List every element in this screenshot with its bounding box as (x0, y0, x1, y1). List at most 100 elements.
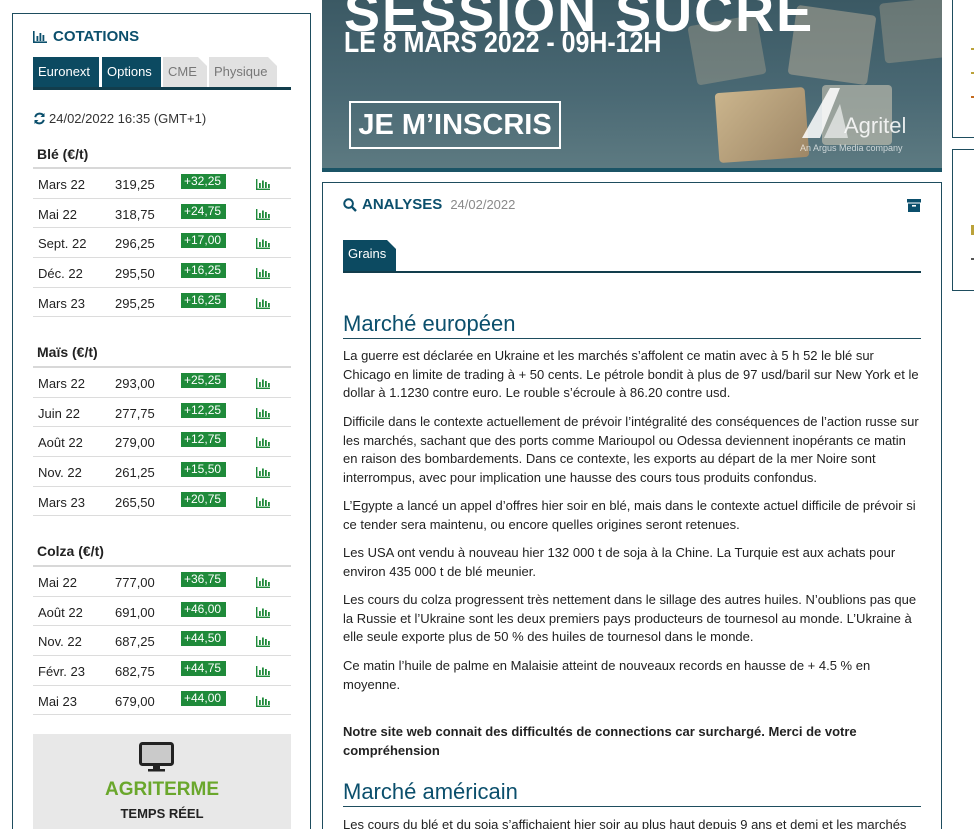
table-row[interactable]: Déc. 22 295,50 +16,25 (33, 258, 291, 288)
tab-grains[interactable]: Grains (343, 240, 396, 271)
contract-month: Mars 22 (38, 376, 85, 391)
table-row[interactable]: Mai 22 318,75 +24,75 (33, 199, 291, 229)
cotations-panel: COTATIONS Euronext Options CME Physique … (12, 13, 311, 829)
contract-month: Nov. 22 (38, 465, 82, 481)
contract-month: Mai 23 (38, 693, 78, 709)
table-row[interactable]: Mars 23 295,25 +16,25 (33, 288, 291, 318)
bar-chart-icon (33, 30, 47, 43)
chart-icon[interactable] (256, 665, 270, 680)
agriterme-box[interactable]: AGRITERME TEMPS RÉEL (33, 734, 291, 829)
chart-icon[interactable] (256, 436, 270, 451)
site-notice: Notre site web connait des difficultés d… (343, 724, 857, 758)
table-row[interactable]: Mars 22 293,00 +25,25 (33, 368, 291, 398)
analyses-tabs: Grains (343, 240, 921, 273)
update-timestamp: 24/02/2022 16:35 (GMT+1) (33, 111, 206, 126)
article-paragraph: Les cours du colza progressent très nett… (343, 592, 917, 645)
chart-icon[interactable] (256, 576, 270, 591)
group-title-colza: Colza (€/t) (37, 543, 104, 559)
quote-table-ble: Mars 22 319,25 +32,25 Mai 22 318,75 +24,75 S… (33, 167, 291, 318)
price: 682,75 (115, 664, 155, 680)
price: 279,00 (115, 435, 155, 451)
tab-options[interactable]: Options (102, 57, 161, 87)
search-icon (343, 197, 357, 212)
right-side-panel (952, 0, 974, 138)
chart-icon[interactable] (256, 208, 270, 223)
contract-month: Août 22 (38, 435, 83, 451)
change-badge: +46,00 (181, 601, 227, 617)
chart-icon[interactable] (256, 237, 270, 252)
register-button[interactable]: JE M’INSCRIS (349, 101, 561, 149)
article-paragraph: La guerre est déclarée en Ukraine et les… (343, 348, 919, 401)
event-banner[interactable]: SESSION SUCRE LE 8 MARS 2022 - 09H-12H J… (322, 0, 942, 172)
analyses-title: ANALYSES (362, 196, 443, 213)
contract-month: Févr. 23 (38, 664, 85, 680)
article-paragraph: Les USA ont vendu à nouveau hier 132 000… (343, 545, 896, 579)
change-badge: +20,75 (181, 491, 227, 507)
table-row[interactable]: Sept. 22 296,25 +17,00 (33, 228, 291, 259)
section-heading: Marché américain (343, 779, 921, 807)
table-row[interactable]: Juin 22 277,75 +12,25 (33, 398, 291, 428)
chart-icon[interactable] (256, 267, 270, 282)
chart-icon[interactable] (256, 407, 270, 422)
refresh-icon[interactable] (33, 112, 46, 125)
chart-icon[interactable] (256, 695, 270, 710)
chart-icon[interactable] (256, 606, 270, 621)
table-row[interactable]: Mai 22 777,00 +36,75 (33, 567, 291, 597)
contract-month: Mars 23 (38, 295, 85, 311)
change-badge: +12,75 (181, 432, 227, 448)
contract-month: Mai 22 (38, 206, 78, 222)
price: 295,50 (115, 266, 155, 282)
change-badge: +44,50 (181, 631, 227, 647)
cotations-title-text: COTATIONS (53, 28, 140, 45)
contract-month: Déc. 22 (38, 266, 83, 282)
table-row[interactable]: Mars 22 319,25 +32,25 (33, 169, 291, 199)
table-row[interactable]: Août 22 691,00 +46,00 (33, 597, 291, 627)
chart-icon[interactable] (256, 466, 270, 481)
chart-icon[interactable] (256, 496, 270, 511)
article-paragraph: Les cours du blé et du soja s’affichaien… (343, 817, 907, 829)
chart-icon[interactable] (256, 635, 270, 650)
change-badge: +44,00 (181, 690, 227, 706)
sugar-cube-shape (879, 0, 942, 64)
change-badge: +24,75 (181, 203, 227, 219)
price: 691,00 (115, 604, 155, 620)
price: 295,25 (115, 295, 155, 311)
agritel-brand: Agritel (844, 113, 907, 138)
price: 318,75 (115, 206, 155, 222)
chart-icon[interactable] (256, 297, 270, 312)
contract-month: Nov. 22 (38, 634, 82, 650)
right-side-panel (952, 149, 974, 291)
change-badge: +36,75 (181, 572, 227, 587)
contract-month: Juin 22 (38, 405, 80, 421)
group-title-mais: Maïs (€/t) (37, 344, 98, 360)
table-row[interactable]: Août 22 279,00 +12,75 (33, 427, 291, 458)
article-paragraph: Difficile dans le contexte actuellement … (343, 414, 919, 485)
tab-euronext[interactable]: Euronext (33, 57, 99, 87)
table-row[interactable]: Mai 23 679,00 +44,00 (33, 686, 291, 716)
price: 319,25 (115, 177, 155, 192)
change-badge: +44,75 (181, 661, 227, 677)
tab-physique[interactable]: Physique (209, 57, 277, 87)
chart-icon[interactable] (256, 178, 270, 193)
table-row[interactable]: Mars 23 265,50 +20,75 (33, 487, 291, 517)
table-row[interactable]: Nov. 22 687,25 +44,50 (33, 626, 291, 657)
change-badge: +12,25 (181, 402, 227, 418)
chart-icon[interactable] (256, 377, 270, 392)
change-badge: +15,50 (181, 462, 227, 478)
archive-icon[interactable] (907, 199, 921, 212)
cotations-tabs: Euronext Options CME Physique (33, 57, 291, 90)
price: 296,25 (115, 236, 155, 252)
table-row[interactable]: Févr. 23 682,75 +44,75 (33, 656, 291, 686)
article-paragraph: Ce matin l’huile de palme en Malaisie at… (343, 658, 871, 692)
analyses-header: ANALYSES 24/02/2022 (343, 196, 515, 213)
section-heading: Marché européen (343, 311, 921, 339)
cotations-title: COTATIONS (33, 28, 139, 45)
tab-cme[interactable]: CME (163, 57, 207, 87)
contract-month: Août 22 (38, 604, 83, 620)
change-badge: +16,25 (181, 292, 227, 308)
change-badge: +32,25 (181, 174, 227, 189)
sugar-cube-shape (714, 86, 810, 164)
table-row[interactable]: Nov. 22 261,25 +15,50 (33, 457, 291, 487)
agriterme-title: AGRITERME (105, 779, 219, 800)
analyses-date: 24/02/2022 (450, 197, 516, 212)
